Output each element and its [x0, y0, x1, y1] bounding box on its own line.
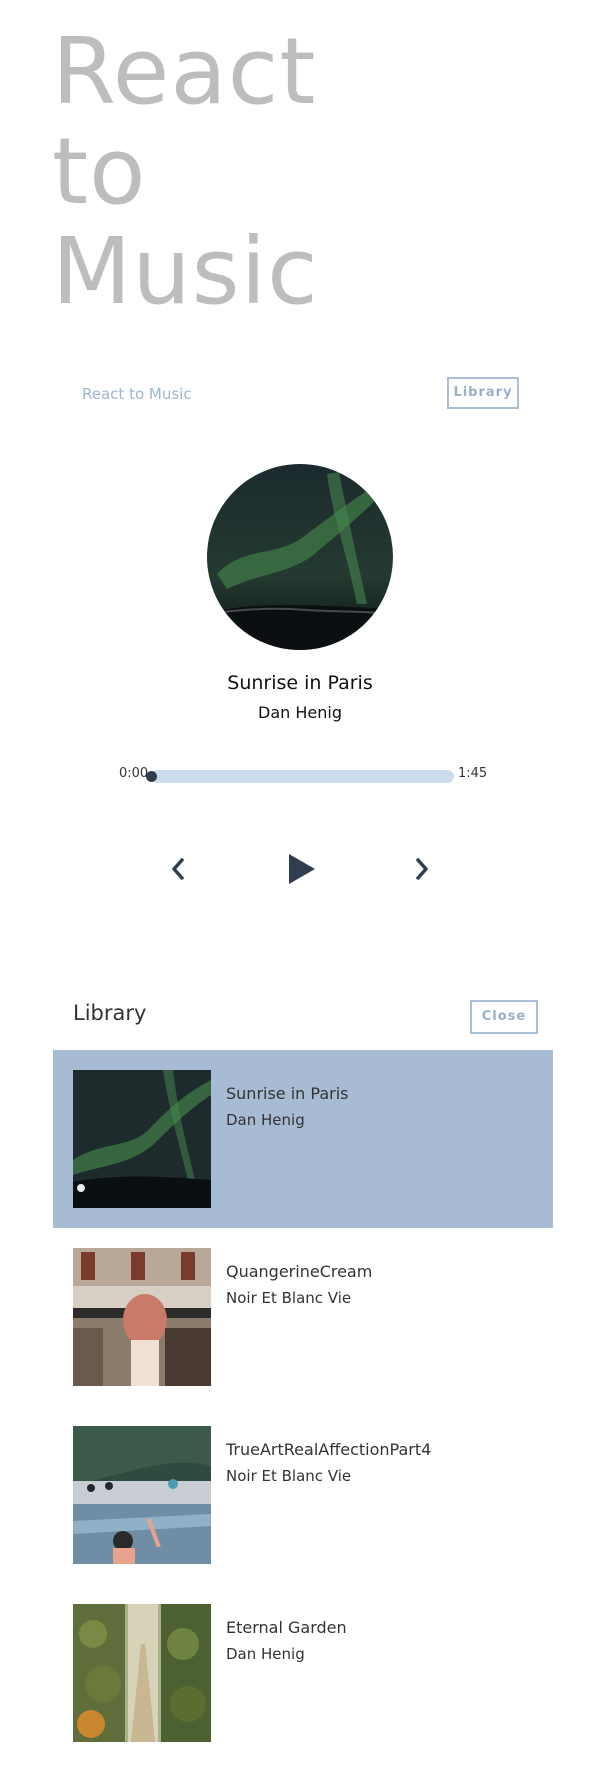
- library-song-artist: Noir Et Blanc Vie: [226, 1289, 352, 1307]
- play-icon[interactable]: [284, 852, 318, 886]
- chevron-left-icon[interactable]: [168, 856, 188, 882]
- library-button[interactable]: Library: [447, 377, 519, 409]
- library-item[interactable]: QuangerineCream Noir Et Blanc Vie: [53, 1228, 553, 1406]
- chevron-right-icon[interactable]: [412, 856, 432, 882]
- hero-line: to: [52, 118, 147, 225]
- library-item[interactable]: TrueArtRealAffectionPart4 Noir Et Blanc …: [53, 1406, 553, 1584]
- progress-thumb[interactable]: [146, 771, 157, 782]
- duration: 1:45: [458, 766, 488, 781]
- library-item[interactable]: Sunrise in Paris Dan Henig: [53, 1050, 553, 1228]
- library-song-artist: Noir Et Blanc Vie: [226, 1467, 352, 1485]
- song-cover: [73, 1248, 211, 1386]
- library-item[interactable]: Eternal Garden Dan Henig: [53, 1584, 553, 1762]
- current-time: 0:00: [119, 766, 149, 781]
- library-song-name: Sunrise in Paris: [226, 1084, 349, 1103]
- song-cover: [73, 1070, 211, 1208]
- library-song-artist: Dan Henig: [226, 1645, 305, 1663]
- song-cover: [73, 1604, 211, 1742]
- close-library-button[interactable]: Close: [470, 1000, 538, 1034]
- library-title: Library: [73, 1001, 147, 1025]
- library-song-name: QuangerineCream: [226, 1262, 373, 1281]
- library-list: Sunrise in Paris Dan Henig QuangerineCre…: [53, 1050, 553, 1762]
- navbar: React to Music Library: [0, 377, 600, 409]
- hero-line: Music: [52, 218, 319, 325]
- library-song-name: TrueArtRealAffectionPart4: [226, 1440, 432, 1459]
- hero-title: React to Music: [52, 22, 452, 322]
- app-brand: React to Music: [82, 385, 192, 403]
- library-song-name: Eternal Garden: [226, 1618, 347, 1637]
- song-artist: Dan Henig: [258, 703, 342, 722]
- song-title: Sunrise in Paris: [227, 672, 373, 694]
- hero-line: React: [52, 18, 317, 125]
- progress-slider[interactable]: [146, 770, 454, 783]
- song-cover: [73, 1426, 211, 1564]
- album-art: [207, 464, 393, 650]
- library-song-artist: Dan Henig: [226, 1111, 305, 1129]
